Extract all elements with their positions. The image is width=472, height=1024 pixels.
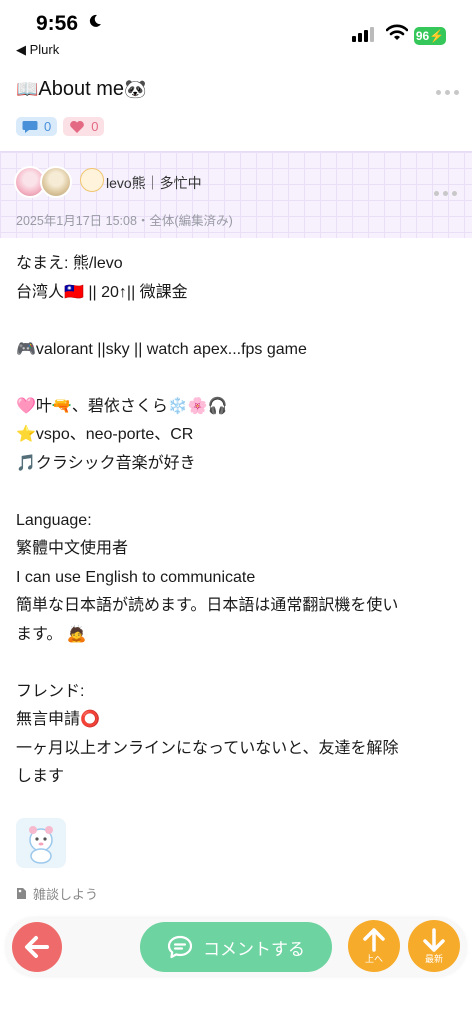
- content-line: 一ヶ月以上オンラインになっていないと、友達を解除: [16, 739, 399, 757]
- tag-label: 雑談しよう: [33, 887, 99, 902]
- latest-button-label: 最新: [424, 954, 443, 964]
- arrow-down-icon: [423, 928, 445, 952]
- back-button[interactable]: [12, 922, 62, 972]
- content-line: 台湾人🇹🇼 || 20↑|| 微課金: [16, 283, 188, 301]
- content-line: ⭐vspo、neo-porte、CR: [16, 426, 194, 443]
- bottom-action-bar: コメントする 上へ 最新: [0, 914, 472, 1024]
- content-line: Language:: [16, 511, 92, 529]
- content-line: フレンド:: [16, 682, 85, 700]
- arrow-up-icon: [363, 928, 385, 952]
- poster-badge-icon: [80, 168, 104, 192]
- comment-icon: [167, 935, 193, 959]
- content-line: I can use English to communicate: [16, 568, 256, 586]
- content-line: します: [16, 768, 65, 785]
- response-count-badge[interactable]: 0: [16, 117, 58, 136]
- arrow-left-icon: [25, 936, 49, 958]
- poster-name[interactable]: levo熊｜多忙中: [106, 173, 202, 193]
- content-line: 簡単な日本語が読めます。日本語は通常翻訳機を使い: [16, 597, 399, 614]
- content-line: 無言申請⭕: [16, 711, 100, 728]
- latest-button[interactable]: 最新: [408, 920, 460, 972]
- sticker-image[interactable]: [16, 818, 66, 868]
- plurk-content: なまえ: 熊/levo 台湾人🇹🇼 || 20↑|| 微課金 🎮valorant…: [16, 250, 456, 792]
- response-count: 0: [44, 119, 52, 134]
- content-line: 🎵クラシック音楽が好き: [16, 454, 196, 472]
- plurk-title: 📖About me🐼: [16, 78, 146, 101]
- clock: 9:56: [36, 12, 79, 35]
- more-options-icon[interactable]: [436, 90, 459, 95]
- speech-bubble-icon: [22, 120, 38, 133]
- content-line: ます。 🙇: [16, 625, 87, 643]
- content-line: 🩷叶🔫、碧依さくら❄️🌸🎧: [16, 397, 228, 415]
- content-line: [16, 364, 456, 393]
- content-line: [16, 649, 456, 678]
- cellular-signal-icon: [352, 26, 374, 42]
- heart-icon: [70, 120, 85, 133]
- like-count-badge[interactable]: 0: [63, 117, 105, 136]
- scroll-to-top-button[interactable]: 上へ: [348, 920, 400, 972]
- comment-button-label: コメントする: [203, 939, 305, 959]
- like-count: 0: [91, 119, 99, 134]
- up-button-label: 上へ: [364, 954, 383, 964]
- title-text: About me: [38, 78, 125, 100]
- plurk-options-icon[interactable]: [434, 191, 457, 196]
- moon-icon: [88, 14, 102, 32]
- content-line: なまえ: 熊/levo: [16, 255, 123, 272]
- content-line: 繁體中文使用者: [16, 540, 129, 557]
- book-icon: 📖: [16, 79, 39, 99]
- battery-level: 96: [415, 29, 430, 43]
- comment-button[interactable]: コメントする: [140, 922, 332, 972]
- reaction-badges: 0 0: [16, 117, 105, 136]
- panda-icon: 🐼: [124, 79, 147, 99]
- status-bar: 9:56 ◀ Plurk 96⚡: [0, 0, 472, 62]
- content-line: [16, 307, 456, 336]
- back-to-app-link[interactable]: ◀ Plurk: [16, 42, 59, 58]
- post-timestamp: 2025年1月17日 15:08・全体(編集済み): [16, 214, 233, 228]
- content-line: 🎮valorant ||sky || watch apex...fps game: [16, 340, 307, 358]
- plurk-tag[interactable]: 雑談しよう: [16, 884, 98, 903]
- content-line: [16, 478, 456, 507]
- battery-icon: 96⚡: [414, 27, 446, 45]
- avatar-secondary[interactable]: [40, 166, 72, 198]
- wifi-icon: [385, 24, 409, 46]
- tag-icon: [17, 888, 26, 899]
